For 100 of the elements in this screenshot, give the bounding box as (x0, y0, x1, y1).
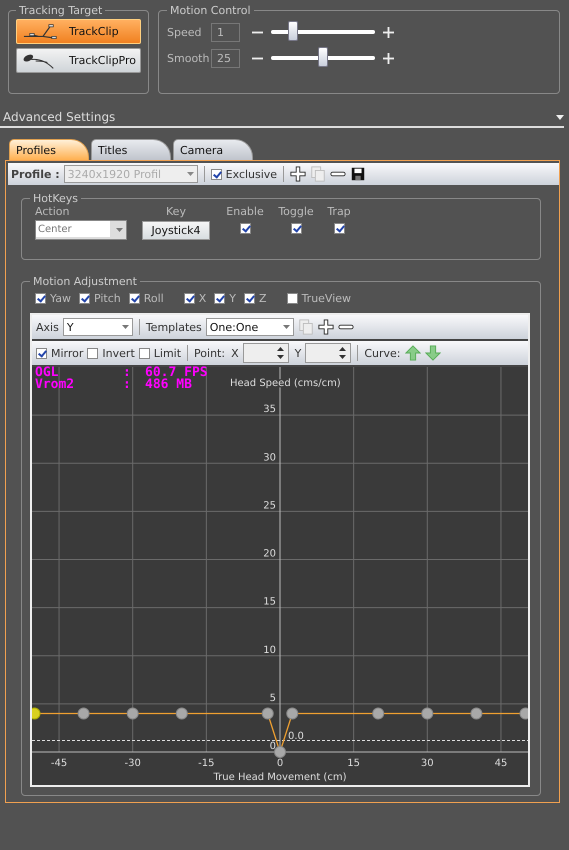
checkbox[interactable] (290, 223, 302, 234)
spin-field[interactable] (305, 343, 352, 363)
checkbox[interactable] (240, 223, 250, 234)
slider-thumb[interactable] (288, 21, 298, 41)
checkbox[interactable] (78, 293, 90, 304)
checkbox[interactable] (184, 293, 195, 304)
caret-icon (116, 228, 123, 232)
spin-arrows-icon[interactable] (276, 346, 284, 360)
x-tick-label: 30 (420, 758, 434, 769)
column-header: Key (166, 205, 186, 218)
group-title: HotKeys (32, 192, 79, 205)
x-tick-label: -15 (198, 758, 215, 769)
curve-point[interactable] (126, 708, 139, 720)
plus-icon[interactable] (383, 26, 394, 38)
axis-dropdown[interactable]: Y (62, 318, 133, 336)
checkbox[interactable] (36, 348, 47, 358)
save-icon[interactable] (350, 166, 366, 182)
x-axis-title: True Head Movement (cm) (214, 772, 346, 783)
spin-arrows-icon[interactable] (339, 346, 346, 360)
target-button[interactable]: TrackClipPro (16, 48, 142, 73)
stats-separator: : (123, 367, 132, 379)
caret-icon (122, 325, 129, 329)
column-header: Enable (226, 205, 264, 218)
curve-point[interactable] (32, 708, 40, 720)
curve-point[interactable] (176, 708, 188, 720)
checkbox-label: Mirror (51, 346, 84, 360)
x-tick-label: 0 (276, 758, 284, 769)
curve-point[interactable] (520, 708, 528, 720)
checkbox[interactable] (244, 293, 256, 304)
y-label: Y (294, 346, 302, 360)
value-field[interactable]: 1 (211, 22, 240, 42)
checkbox-label: Exclusive (226, 168, 278, 180)
checkbox-label: Roll (144, 292, 164, 305)
spin-field[interactable] (242, 343, 289, 363)
checkbox[interactable] (87, 348, 98, 358)
checkbox-label: TrueView (302, 292, 352, 305)
templates-label: Templates (146, 320, 202, 334)
curve-drawing[interactable] (32, 708, 528, 758)
column-header: Action (35, 205, 70, 218)
caret-icon[interactable] (556, 115, 564, 120)
target-button[interactable]: TrackClip (16, 19, 142, 44)
slider-label: Speed (167, 26, 202, 38)
group-title: Motion Control (169, 4, 252, 17)
stats-label: OGL (35, 367, 58, 379)
dead-zone-label: 0.0 (288, 731, 304, 742)
slider-thumb[interactable] (318, 47, 328, 67)
y-tick-label: 5 (270, 692, 276, 704)
curve-point[interactable] (262, 708, 274, 720)
stats-separator: : (123, 379, 132, 391)
y-tick-label: 10 (263, 644, 276, 656)
column-header: Toggle (278, 205, 314, 218)
checkbox[interactable] (286, 293, 298, 304)
checkbox[interactable] (35, 293, 46, 304)
checkbox[interactable] (210, 168, 222, 180)
y-tick-label: 0 (270, 741, 276, 752)
checkbox[interactable] (138, 348, 150, 358)
group-title: Tracking Target (18, 4, 104, 17)
checkbox-label: Z (259, 292, 267, 305)
column-header: Trap (327, 205, 351, 218)
curve-point[interactable] (286, 708, 298, 720)
plus-icon[interactable] (383, 52, 394, 64)
stats-value: 486 MB (145, 379, 192, 391)
curve-point[interactable] (421, 708, 434, 720)
tab[interactable]: Profiles (9, 139, 89, 160)
curve-point[interactable] (78, 708, 90, 720)
point-label: Point: (194, 346, 226, 360)
x-label: X (231, 346, 239, 360)
stats-label: Vrom2 (35, 379, 76, 391)
tab[interactable]: Titles (91, 139, 171, 160)
action-dropdown[interactable]: Center (35, 220, 127, 240)
slider-label: Smooth (167, 52, 210, 64)
template-dropdown[interactable]: One:One (206, 318, 294, 336)
x-tick-label: 45 (494, 758, 508, 769)
checkbox-label: Limit (154, 346, 182, 360)
y-tick-label: 25 (263, 500, 276, 512)
y-tick-label: 30 (263, 452, 276, 464)
plus-icon[interactable] (318, 319, 334, 335)
checkbox-label: Invert (102, 346, 135, 360)
curve-point[interactable] (274, 746, 286, 758)
y-tick-label: 15 (263, 596, 276, 608)
arrow-down-icon[interactable] (424, 345, 441, 361)
checkbox-label: Yaw (50, 292, 71, 305)
value-field[interactable]: 25 (211, 48, 240, 68)
plus-icon[interactable] (290, 166, 306, 182)
stats-value: 60.7 FPS (145, 367, 208, 379)
profile-label: Profile : (11, 168, 60, 180)
checkbox[interactable] (214, 293, 226, 304)
tab[interactable]: Camera (173, 139, 253, 160)
curve-point[interactable] (372, 708, 384, 720)
y-tick-label: 20 (263, 548, 276, 560)
section-header[interactable]: Advanced Settings (0, 109, 564, 128)
key-button[interactable]: Joystick4 (142, 220, 210, 240)
y-tick-label: 35 (263, 404, 276, 416)
checkbox[interactable] (334, 223, 344, 234)
checkbox-label: X (198, 292, 206, 305)
arrow-up-icon[interactable] (404, 345, 421, 361)
caret-icon (282, 325, 290, 329)
curve-point[interactable] (470, 708, 482, 720)
checkbox[interactable] (128, 293, 140, 304)
group-title: Motion Adjustment (32, 275, 138, 288)
